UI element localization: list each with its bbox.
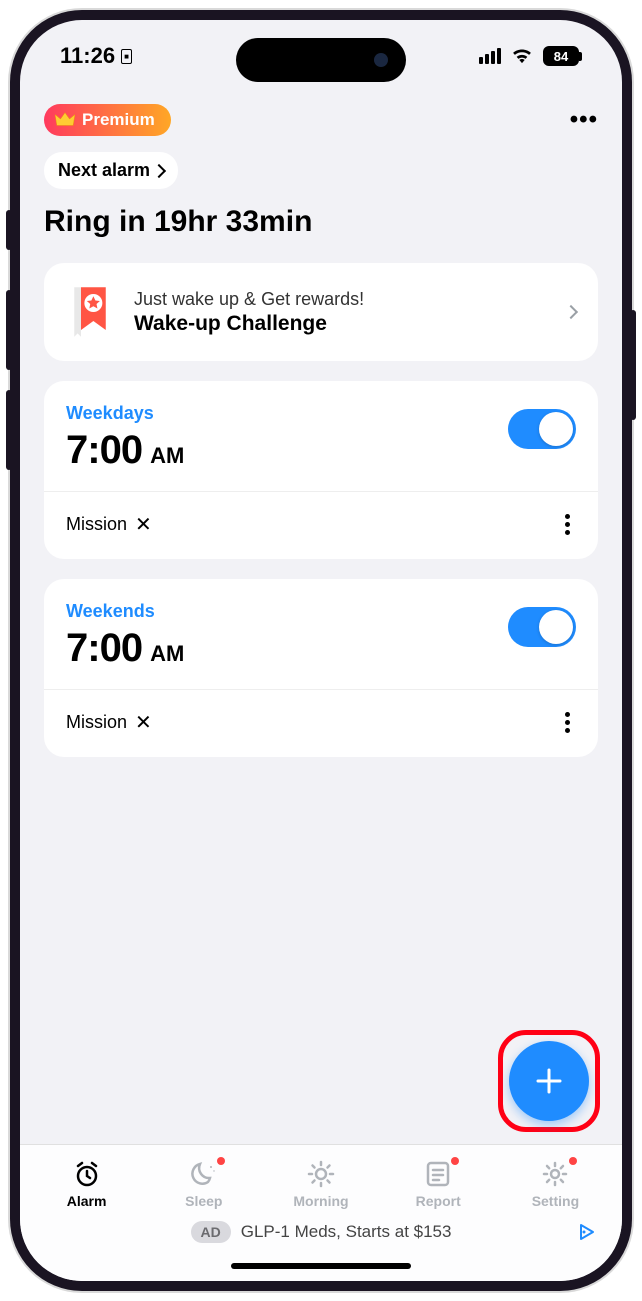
plus-icon bbox=[534, 1066, 564, 1096]
alarm-card-weekdays[interactable]: Weekdays 7:00 AM Mission ✕ bbox=[44, 381, 598, 559]
alarm-period: AM bbox=[150, 641, 184, 667]
adchoices-icon[interactable] bbox=[576, 1222, 596, 1242]
tab-bar: Alarm Sleep Morning Report bbox=[20, 1145, 622, 1213]
tab-label: Morning bbox=[293, 1193, 348, 1209]
x-icon: ✕ bbox=[135, 710, 152, 735]
ad-text: GLP-1 Meds, Starts at $153 bbox=[241, 1222, 452, 1242]
next-alarm-chip[interactable]: Next alarm bbox=[44, 152, 178, 189]
alarm-period: AM bbox=[150, 443, 184, 469]
tab-setting[interactable]: Setting bbox=[497, 1159, 614, 1209]
screen: 11:26 ■ 84 Premium ••• Nex bbox=[20, 20, 622, 1281]
tab-label: Report bbox=[416, 1193, 461, 1209]
bottom-area: Alarm Sleep Morning Report bbox=[20, 1144, 622, 1281]
tab-morning[interactable]: Morning bbox=[262, 1159, 379, 1209]
status-time: 11:26 bbox=[60, 43, 115, 69]
gear-icon bbox=[541, 1160, 569, 1188]
tab-sleep[interactable]: Sleep bbox=[145, 1159, 262, 1209]
alarm-time: 7:00 bbox=[66, 626, 142, 671]
chevron-right-icon bbox=[564, 305, 578, 319]
add-alarm-button[interactable] bbox=[509, 1041, 589, 1121]
tab-label: Sleep bbox=[185, 1193, 222, 1209]
cellular-icon bbox=[479, 48, 501, 64]
alarm-menu-button[interactable] bbox=[559, 508, 576, 541]
chevron-right-icon bbox=[152, 163, 166, 177]
alarm-card-weekends[interactable]: Weekends 7:00 AM Mission ✕ bbox=[44, 579, 598, 757]
alarm-tag: Weekdays bbox=[66, 403, 184, 424]
ribbon-icon bbox=[66, 285, 114, 339]
ad-badge: AD bbox=[191, 1221, 231, 1243]
next-alarm-label: Next alarm bbox=[58, 160, 150, 181]
ring-in-headline: Ring in 19hr 33min bbox=[44, 205, 598, 239]
wifi-icon bbox=[511, 48, 533, 64]
tab-alarm[interactable]: Alarm bbox=[28, 1159, 145, 1209]
alarm-toggle[interactable] bbox=[508, 409, 576, 449]
alarm-time: 7:00 bbox=[66, 428, 142, 473]
ad-banner[interactable]: AD GLP-1 Meds, Starts at $153 bbox=[20, 1213, 622, 1263]
phone-frame: 11:26 ■ 84 Premium ••• Nex bbox=[10, 10, 632, 1291]
notification-dot bbox=[217, 1157, 225, 1165]
alarm-toggle[interactable] bbox=[508, 607, 576, 647]
mission-label: Mission bbox=[66, 514, 127, 535]
mission-label: Mission bbox=[66, 712, 127, 733]
premium-label: Premium bbox=[82, 110, 155, 130]
alarm-menu-button[interactable] bbox=[559, 706, 576, 739]
home-indicator[interactable] bbox=[231, 1263, 411, 1269]
main-content: Premium ••• Next alarm Ring in 19hr 33mi… bbox=[20, 86, 622, 1144]
tab-label: Setting bbox=[532, 1193, 579, 1209]
alarm-icon bbox=[73, 1160, 101, 1188]
sim-icon: ■ bbox=[121, 49, 132, 64]
sun-icon bbox=[306, 1159, 336, 1189]
battery-icon: 84 bbox=[543, 46, 582, 66]
notification-dot bbox=[569, 1157, 577, 1165]
x-icon: ✕ bbox=[135, 512, 152, 537]
challenge-subtitle: Just wake up & Get rewards! bbox=[134, 289, 546, 310]
moon-icon bbox=[190, 1160, 218, 1188]
wakeup-challenge-card[interactable]: Just wake up & Get rewards! Wake-up Chal… bbox=[44, 263, 598, 361]
tab-report[interactable]: Report bbox=[380, 1159, 497, 1209]
notch bbox=[236, 38, 406, 82]
premium-badge[interactable]: Premium bbox=[44, 104, 171, 136]
crown-icon bbox=[54, 111, 76, 129]
notification-dot bbox=[451, 1157, 459, 1165]
tab-label: Alarm bbox=[67, 1193, 107, 1209]
report-icon bbox=[425, 1160, 451, 1188]
fab-highlight bbox=[498, 1030, 600, 1132]
alarm-tag: Weekends bbox=[66, 601, 184, 622]
more-button[interactable]: ••• bbox=[570, 106, 598, 134]
challenge-title: Wake-up Challenge bbox=[134, 312, 546, 336]
